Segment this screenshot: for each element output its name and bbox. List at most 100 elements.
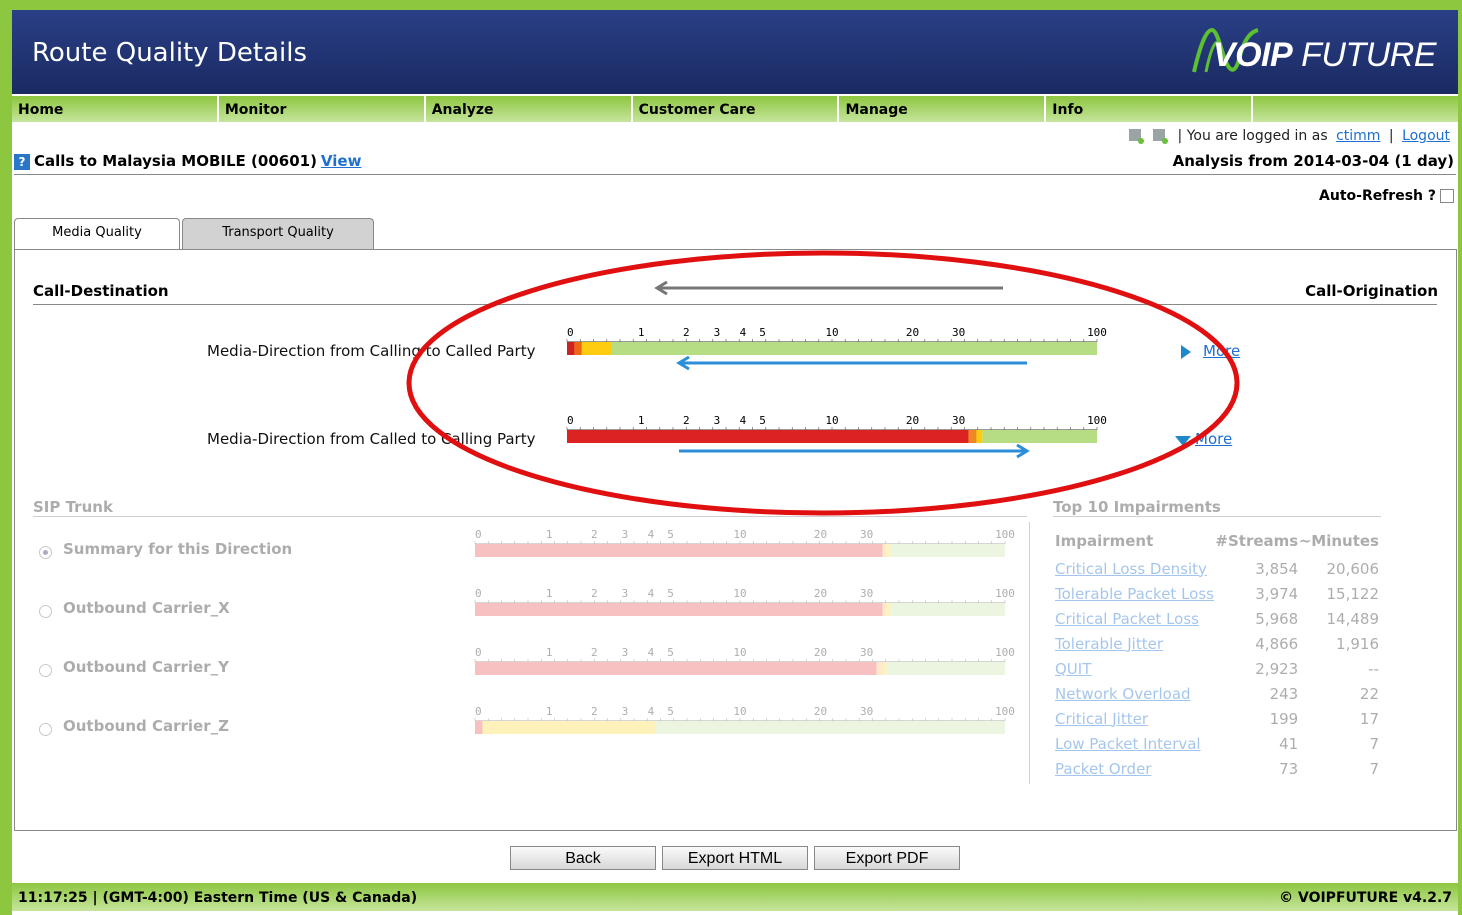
streams-cell: 3,854	[1255, 559, 1299, 578]
minutes-cell: 20,606	[1326, 559, 1380, 578]
analysis-period: Analysis from 2014-03-04 (1 day)	[1172, 152, 1454, 170]
nav-analyze[interactable]: Analyze	[425, 96, 631, 122]
quality-segment	[886, 544, 891, 557]
col-streams: #Streams	[1215, 532, 1299, 550]
nav-empty	[1253, 96, 1459, 122]
impairment-link[interactable]: Tolerable Jitter	[1055, 635, 1163, 653]
streams-cell: 73	[1279, 759, 1299, 778]
minutes-cell: 7	[1369, 759, 1379, 778]
scale-tick-label: 2	[591, 705, 598, 718]
quality-segment	[475, 662, 877, 675]
scale-tick-label: 30	[860, 587, 873, 600]
media-quality-panel: Call-Destination Call-Origination Media-…	[14, 249, 1457, 831]
scale-tick-label: 5	[667, 587, 674, 600]
app-header: Route Quality Details VOIP FUTURE	[12, 10, 1458, 94]
scale-tick-label: 1	[546, 646, 553, 659]
streams-cell: 2,923	[1255, 659, 1299, 678]
auto-refresh-label: Auto-Refresh ?	[1319, 188, 1436, 204]
export-pdf-button[interactable]: Export PDF	[814, 846, 960, 870]
scale-tick-label: 0	[475, 646, 482, 659]
scale-tick-label: 4	[648, 587, 655, 600]
export-html-button[interactable]: Export HTML	[662, 846, 808, 870]
app-window: Route Quality Details VOIP FUTURE Home M…	[12, 10, 1459, 915]
auto-refresh-checkbox[interactable]	[1440, 189, 1454, 203]
gray-status-icon[interactable]	[1153, 129, 1169, 144]
minutes-cell: 1,916	[1336, 634, 1379, 653]
quality-segment	[886, 603, 891, 616]
quality-segment	[654, 721, 1005, 734]
quality-segment	[876, 662, 883, 675]
impairment-link[interactable]: Tolerable Packet Loss	[1055, 585, 1214, 603]
scale-tick-label: 0	[475, 587, 482, 600]
tab-media-quality[interactable]: Media Quality	[14, 218, 180, 250]
impairment-link[interactable]: Network Overload	[1055, 685, 1191, 703]
logged-in-text: You are logged in as	[1186, 128, 1328, 144]
main-nav: Home Monitor Analyze Customer Care Manag…	[12, 96, 1459, 122]
quality-segment	[475, 544, 883, 557]
impairment-link[interactable]: Packet Order	[1055, 760, 1151, 778]
scale-tick-label: 5	[667, 705, 674, 718]
scale-tick-label: 1	[546, 587, 553, 600]
footer-time: 11:17:25 | (GMT-4:00) Eastern Time (US &…	[18, 890, 418, 906]
quality-segment	[475, 721, 483, 734]
scale-tick-label: 3	[622, 705, 629, 718]
impairment-link[interactable]: Low Packet Interval	[1055, 735, 1201, 753]
separator: |	[1388, 128, 1394, 144]
streams-cell: 243	[1269, 684, 1299, 703]
scale-tick-label: 100	[995, 587, 1015, 600]
streams-cell: 3,974	[1255, 584, 1299, 603]
scale-tick-label: 100	[995, 705, 1015, 718]
quality-segment	[475, 603, 883, 616]
scale-tick-label: 1	[546, 705, 553, 718]
scale-tick-label: 20	[814, 705, 827, 718]
logout-link[interactable]: Logout	[1402, 128, 1450, 144]
impairment-link[interactable]: QUIT	[1055, 660, 1091, 678]
scale-tick-label: 3	[622, 587, 629, 600]
auto-refresh: Auto-Refresh ?	[1319, 188, 1454, 204]
nav-home[interactable]: Home	[12, 96, 217, 122]
impairment-link[interactable]: Critical Jitter	[1055, 710, 1148, 728]
scale-tick-label: 10	[733, 705, 746, 718]
divider	[14, 174, 1456, 175]
scale-tick-label: 30	[860, 705, 873, 718]
quality-segment	[882, 662, 887, 675]
table-row: Critical Packet Loss 5,968 14,489	[1055, 606, 1379, 631]
nav-customer-care[interactable]: Customer Care	[632, 96, 838, 122]
call-title-text: Calls to Malaysia MOBILE (00601)	[34, 152, 317, 170]
footer: 11:17:25 | (GMT-4:00) Eastern Time (US &…	[12, 883, 1458, 911]
footer-version: © VOIPFUTURE v4.2.7	[1279, 890, 1452, 906]
table-row: Packet Order 73 7	[1055, 756, 1379, 781]
green-status-icon[interactable]	[1128, 129, 1144, 144]
impairment-link[interactable]: Critical Packet Loss	[1055, 610, 1199, 628]
table-row: QUIT 2,923 --	[1055, 656, 1379, 681]
nav-manage[interactable]: Manage	[839, 96, 1045, 122]
user-bar: | You are logged in as ctimm | Logout	[1128, 128, 1454, 144]
streams-cell: 4,866	[1255, 634, 1299, 653]
view-link[interactable]: View	[321, 152, 362, 170]
quality-segment	[890, 603, 1005, 616]
scale-tick-label: 100	[995, 646, 1015, 659]
nav-info[interactable]: Info	[1046, 96, 1252, 122]
scale-tick-label: 20	[814, 646, 827, 659]
quality-segment	[890, 544, 1005, 557]
username-link[interactable]: ctimm	[1336, 128, 1380, 144]
nav-monitor[interactable]: Monitor	[218, 96, 424, 122]
scale-tick-label: 2	[591, 587, 598, 600]
minutes-cell: 22	[1359, 684, 1379, 703]
scale-tick-label: 10	[733, 587, 746, 600]
question-mark-icon[interactable]: ?	[14, 154, 30, 170]
table-row: Low Packet Interval 41 7	[1055, 731, 1379, 756]
scale-tick-label: 0	[475, 705, 482, 718]
button-bar: Back Export HTML Export PDF	[510, 846, 966, 870]
tab-transport-quality[interactable]: Transport Quality	[182, 218, 374, 250]
call-title: ? Calls to Malaysia MOBILE (00601) View	[14, 152, 361, 170]
minutes-cell: 14,489	[1326, 609, 1380, 628]
impairment-link[interactable]: Critical Loss Density	[1055, 560, 1207, 578]
scale-tick-label: 4	[648, 646, 655, 659]
col-impairment: Impairment	[1055, 532, 1154, 550]
scale-tick-label: 30	[860, 646, 873, 659]
streams-cell: 41	[1279, 734, 1299, 753]
separator: |	[1177, 128, 1183, 144]
back-button[interactable]: Back	[510, 846, 656, 870]
scale-tick-label: 2	[591, 646, 598, 659]
